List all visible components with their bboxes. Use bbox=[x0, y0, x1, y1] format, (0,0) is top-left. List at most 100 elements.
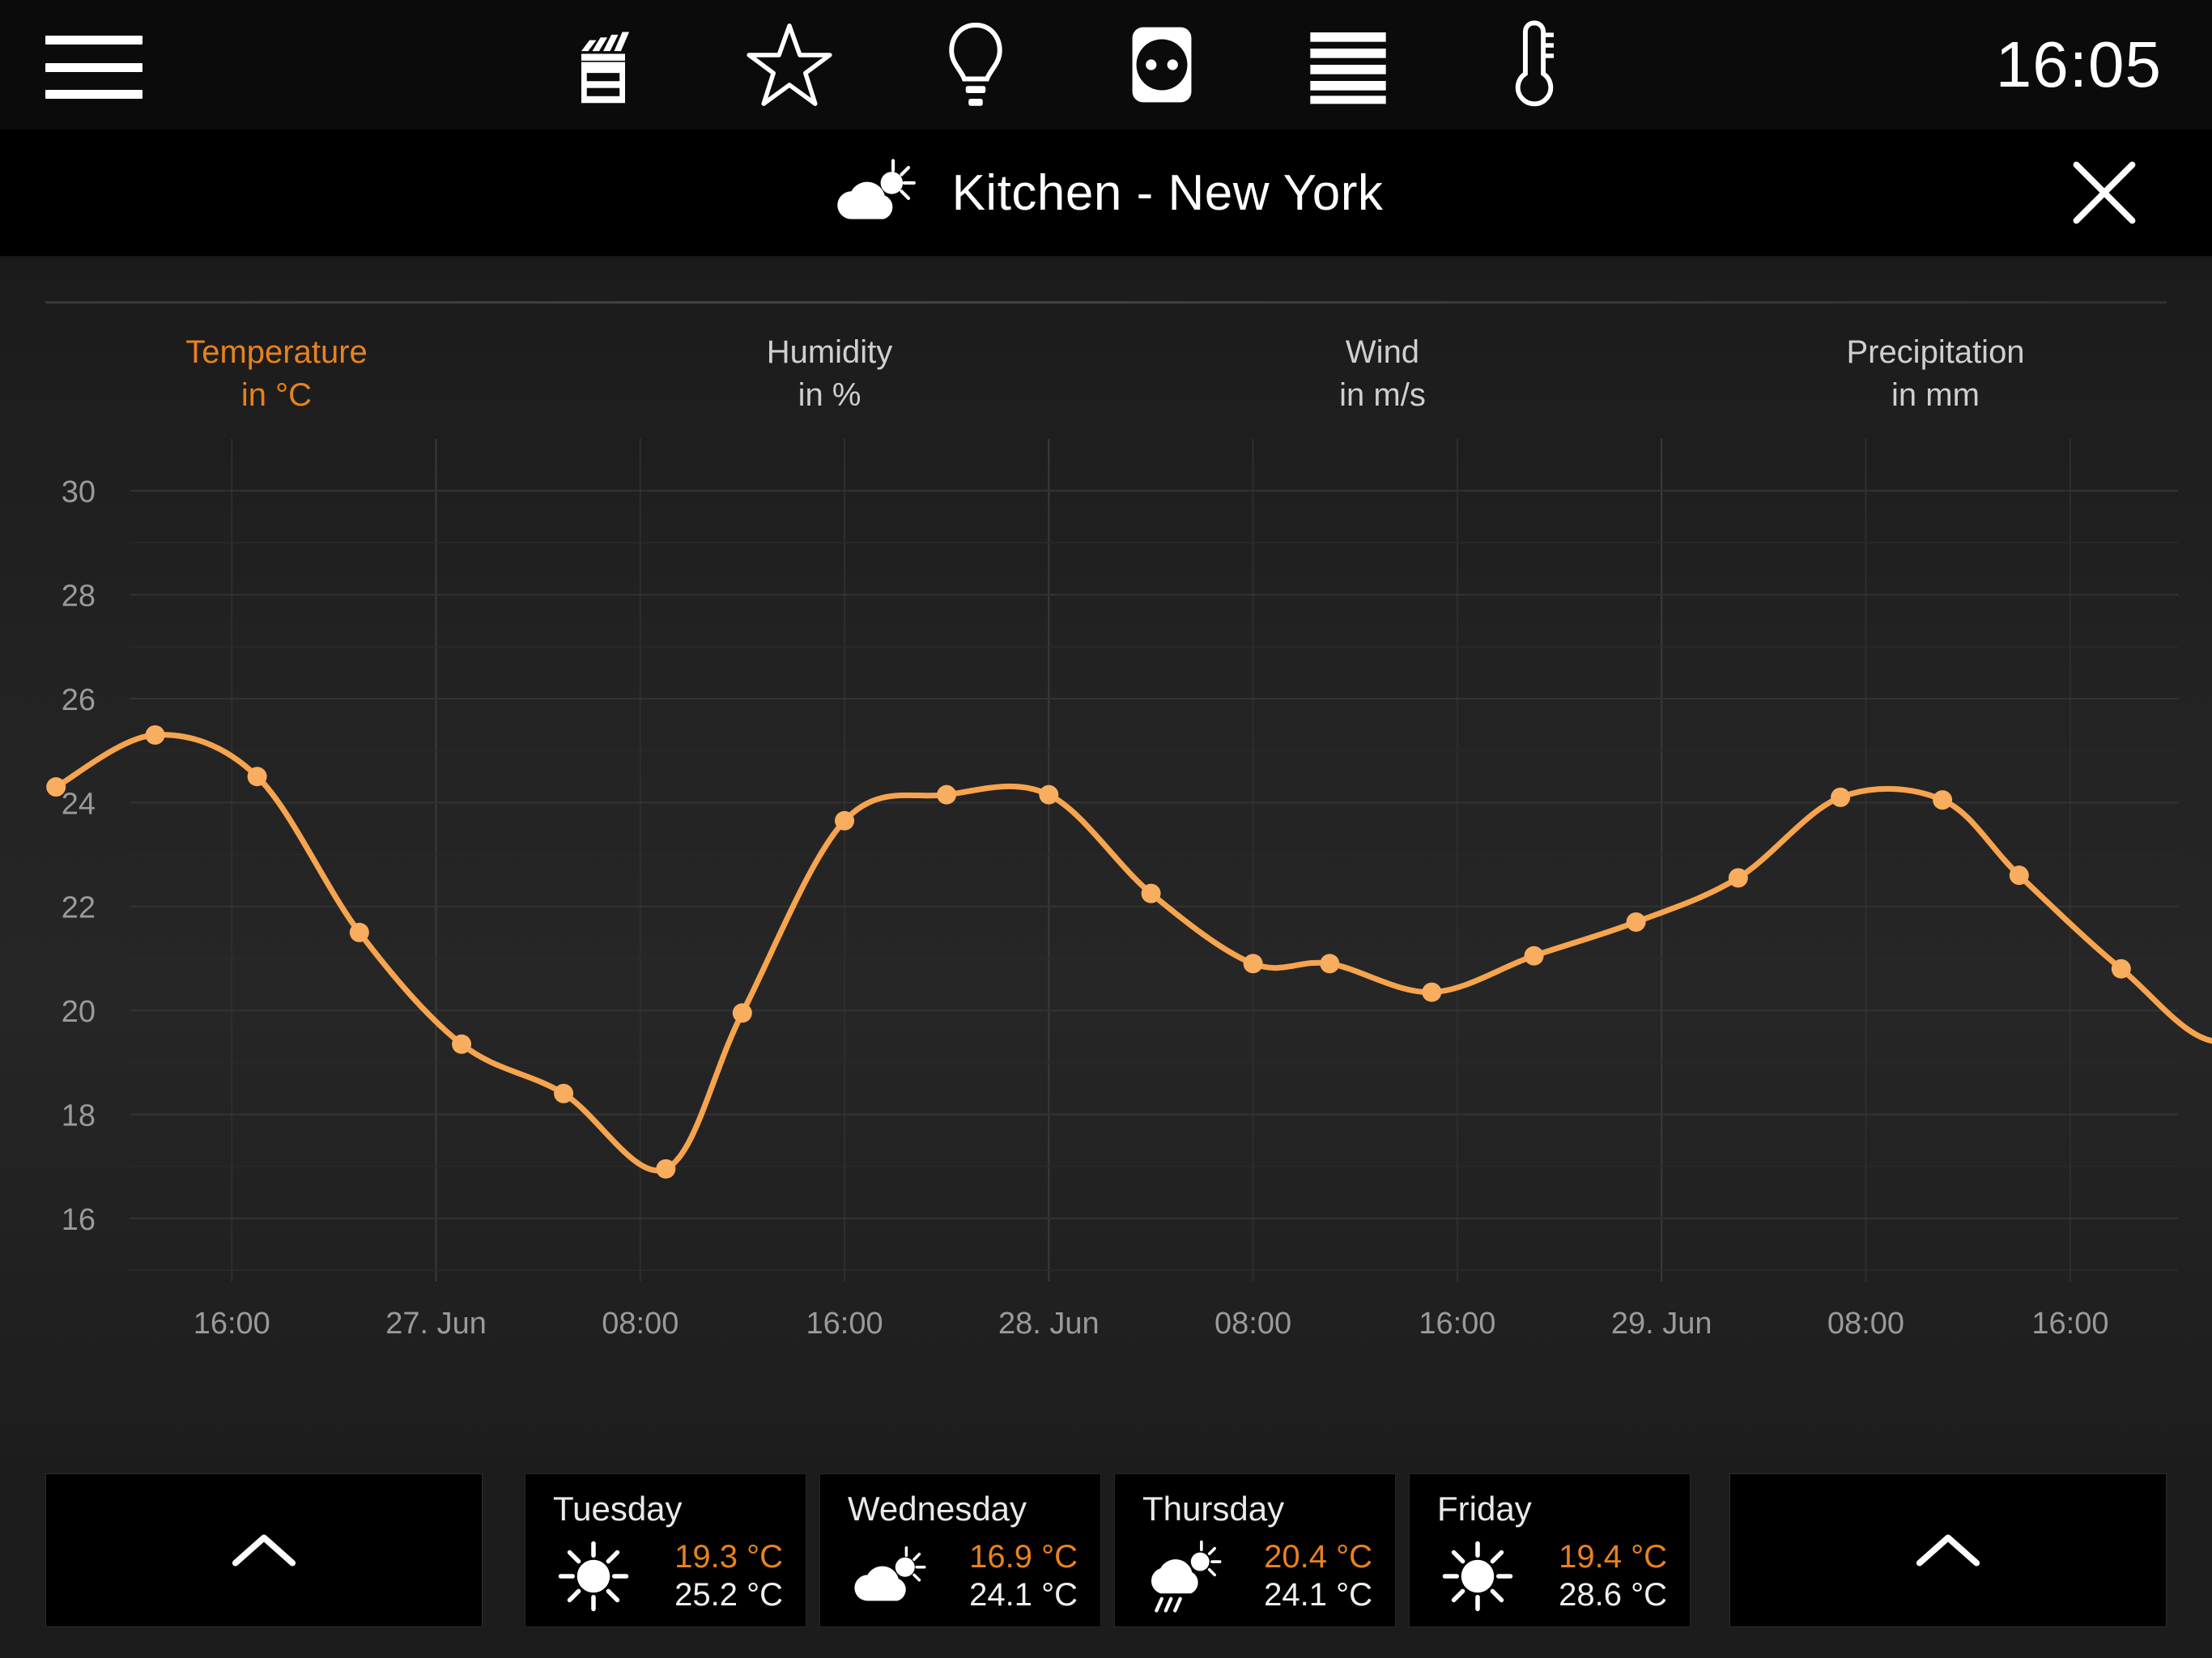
temperature-line-chart: 16:00 27. Jun 08:00 16:00 28. Jun 08:00 16:00 2… bbox=[0, 424, 2212, 1396]
forecast-day-label: Tuesday bbox=[553, 1490, 683, 1528]
forecast-day-label: Friday bbox=[1437, 1490, 1532, 1528]
tab-wind[interactable]: Wind in m/s bbox=[1106, 327, 1659, 421]
scroll-up-left-button[interactable] bbox=[45, 1473, 483, 1627]
forecast-card-friday[interactable]: Friday 19.4 °C 28.6 °C bbox=[1409, 1473, 1691, 1627]
y-axis-tick-label: 30 bbox=[62, 475, 96, 509]
x-axis-tick-label: 27. Jun bbox=[385, 1307, 487, 1341]
forecast-temp-max: 24.1 °C bbox=[969, 1577, 1078, 1613]
forecast-temp-min: 19.3 °C bbox=[674, 1538, 783, 1575]
y-axis-tick-label: 28 bbox=[62, 580, 96, 614]
forecast-card-thursday[interactable]: Thursday 20.4 °C 24.1 °C bbox=[1114, 1473, 1396, 1627]
data-point[interactable] bbox=[1933, 790, 1953, 810]
panel-divider bbox=[45, 301, 2167, 304]
detail-title-bar: Kitchen - New York bbox=[0, 130, 2212, 257]
forecast-temp-max: 25.2 °C bbox=[674, 1577, 783, 1613]
data-point[interactable] bbox=[46, 777, 66, 797]
x-axis-tick-label: 08:00 bbox=[1214, 1307, 1291, 1341]
data-point[interactable] bbox=[937, 784, 957, 805]
rain-sun-cloud-icon bbox=[1142, 1536, 1223, 1617]
y-axis-tick-label: 20 bbox=[62, 995, 96, 1029]
partly-cloudy-icon bbox=[848, 1536, 929, 1617]
lightbulb-icon[interactable] bbox=[931, 20, 1020, 109]
sun-icon bbox=[553, 1536, 634, 1617]
star-favorites-icon[interactable] bbox=[745, 20, 834, 109]
x-axis-tick-label: 16:00 bbox=[1419, 1307, 1495, 1341]
hamburger-line bbox=[45, 90, 143, 99]
forecast-temp-min: 19.4 °C bbox=[1559, 1538, 1667, 1575]
y-axis-tick-label: 16 bbox=[62, 1203, 96, 1237]
sun-icon bbox=[1437, 1536, 1518, 1617]
tab-humidity[interactable]: Humidity in % bbox=[553, 327, 1106, 421]
data-point[interactable] bbox=[1626, 912, 1646, 932]
x-axis-tick-label: 16:00 bbox=[806, 1307, 883, 1341]
blinds-lines-icon[interactable] bbox=[1304, 20, 1393, 109]
data-point[interactable] bbox=[1243, 954, 1263, 974]
tab-label: Temperature bbox=[185, 334, 368, 371]
forecast-day-label: Wednesday bbox=[848, 1490, 1027, 1528]
x-axis-tick-label: 08:00 bbox=[602, 1307, 678, 1341]
hamburger-menu-icon[interactable] bbox=[45, 36, 143, 99]
status-bar-clock: 16:05 bbox=[1995, 28, 2162, 100]
data-point[interactable] bbox=[2009, 865, 2029, 886]
movie-clapperboard-icon[interactable] bbox=[559, 20, 648, 109]
temperature-series-line bbox=[53, 732, 2212, 1174]
tab-temperature[interactable]: Temperature in °C bbox=[0, 327, 553, 421]
tab-precipitation[interactable]: Precipitation in mm bbox=[1659, 327, 2212, 421]
top-icon-group bbox=[559, 0, 1579, 130]
x-axis-tick-label: 29. Jun bbox=[1611, 1307, 1712, 1341]
data-point[interactable] bbox=[349, 922, 369, 942]
data-point[interactable] bbox=[1422, 982, 1442, 1002]
data-point[interactable] bbox=[247, 767, 267, 787]
y-axis-tick-label: 18 bbox=[62, 1099, 96, 1133]
page-title: Kitchen - New York bbox=[951, 164, 1384, 221]
close-x-icon[interactable] bbox=[2060, 148, 2149, 237]
data-point[interactable] bbox=[732, 1003, 752, 1023]
forecast-temp-min: 16.9 °C bbox=[969, 1538, 1078, 1575]
weather-detail-screen: 16:05 Kitchen - New York Temperature in … bbox=[0, 0, 2212, 1658]
forecast-temp-max: 24.1 °C bbox=[1264, 1577, 1372, 1613]
tab-label: Humidity bbox=[766, 334, 893, 371]
data-point[interactable] bbox=[1831, 787, 1851, 807]
scroll-up-right-button[interactable] bbox=[1729, 1473, 2167, 1627]
forecast-day-list: Tuesday 19.3 °C 25.2 °C Wednesday 16.9 °… bbox=[525, 1473, 1691, 1627]
tab-unit: in % bbox=[798, 377, 861, 413]
data-point[interactable] bbox=[554, 1083, 574, 1103]
forecast-card-tuesday[interactable]: Tuesday 19.3 °C 25.2 °C bbox=[525, 1473, 806, 1627]
chart-panel: Temperature in °C Humidity in % Wind in … bbox=[0, 257, 2212, 1456]
data-point[interactable] bbox=[1524, 946, 1544, 966]
tab-unit: in mm bbox=[1891, 377, 1980, 413]
forecast-temp-min: 20.4 °C bbox=[1264, 1538, 1372, 1575]
data-point[interactable] bbox=[145, 725, 165, 745]
chevron-up-icon bbox=[232, 1534, 296, 1567]
x-axis-tick-label: 28. Jun bbox=[998, 1307, 1100, 1341]
tab-label: Precipitation bbox=[1846, 334, 2025, 371]
tab-unit: in m/s bbox=[1339, 377, 1426, 413]
y-axis-tick-label: 22 bbox=[62, 891, 96, 925]
data-point[interactable] bbox=[1039, 784, 1059, 805]
data-point[interactable] bbox=[1141, 883, 1161, 903]
x-axis-tick-label: 16:00 bbox=[2031, 1307, 2108, 1341]
y-axis-tick-label: 26 bbox=[62, 683, 96, 717]
data-point[interactable] bbox=[656, 1158, 676, 1179]
top-navigation-bar: 16:05 bbox=[0, 0, 2212, 130]
forecast-card-wednesday[interactable]: Wednesday 16.9 °C 24.1 °C bbox=[819, 1473, 1101, 1627]
hamburger-line bbox=[45, 36, 143, 45]
partly-cloudy-icon bbox=[829, 156, 918, 229]
x-axis-tick-label: 16:00 bbox=[194, 1307, 270, 1341]
data-point[interactable] bbox=[452, 1034, 472, 1054]
forecast-day-label: Thursday bbox=[1142, 1490, 1285, 1528]
data-point[interactable] bbox=[2111, 959, 2131, 979]
forecast-temp-max: 28.6 °C bbox=[1559, 1577, 1667, 1613]
data-point[interactable] bbox=[835, 810, 855, 831]
metric-tab-bar: Temperature in °C Humidity in % Wind in … bbox=[0, 327, 2212, 421]
y-axis-tick-label: 24 bbox=[62, 787, 96, 821]
power-outlet-icon[interactable] bbox=[1117, 20, 1206, 109]
hamburger-line bbox=[45, 62, 143, 72]
thermometer-icon[interactable] bbox=[1490, 20, 1579, 109]
tab-unit: in °C bbox=[240, 377, 313, 413]
x-axis-tick-label: 08:00 bbox=[1827, 1307, 1904, 1341]
data-point[interactable] bbox=[1320, 954, 1340, 974]
tab-label: Wind bbox=[1345, 334, 1420, 371]
chevron-up-icon bbox=[1916, 1534, 1980, 1567]
data-point[interactable] bbox=[1728, 868, 1748, 888]
